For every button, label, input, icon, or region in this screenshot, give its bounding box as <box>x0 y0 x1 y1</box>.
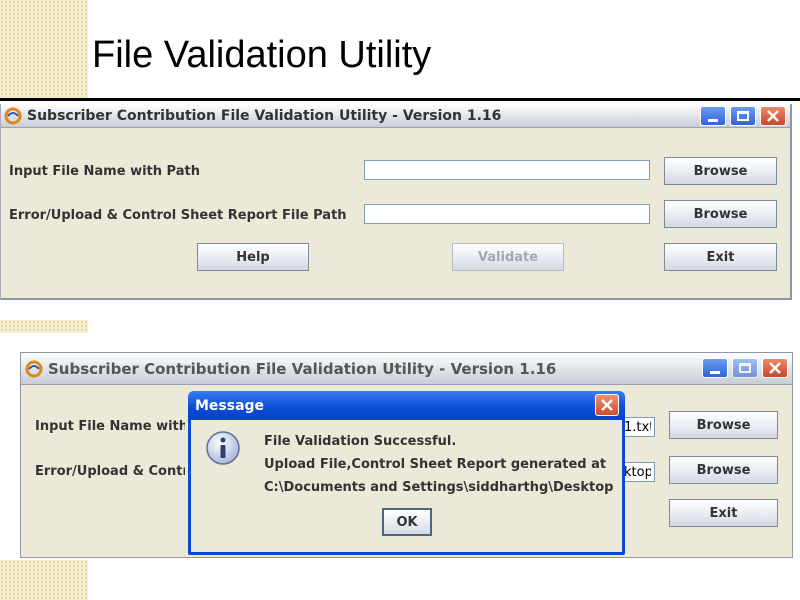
minimize-icon <box>708 118 718 122</box>
browse-input-button[interactable]: Browse <box>664 157 777 185</box>
message-line-3: C:\Documents and Settings\siddharthg\Des… <box>264 480 614 495</box>
browse-input-button[interactable]: Browse <box>669 411 778 439</box>
dialog-body: File Validation Successful. Upload File,… <box>191 420 622 552</box>
report-path-label: Error/Upload & Control Sheet Report File… <box>9 208 347 223</box>
message-line-1: File Validation Successful. <box>264 434 457 449</box>
browse-report-button[interactable]: Browse <box>669 456 778 484</box>
java-coffee-icon <box>25 360 43 377</box>
slide-title: File Validation Utility <box>92 34 432 76</box>
dialog-titlebar[interactable]: Message <box>188 391 625 420</box>
close-icon <box>767 110 779 122</box>
minimize-button[interactable] <box>702 358 728 378</box>
window-titlebar[interactable]: Subscriber Contribution File Validation … <box>21 353 792 385</box>
decorative-strip-bottom <box>0 560 88 600</box>
input-file-label: Input File Name with Path <box>35 419 185 434</box>
exit-button[interactable]: Exit <box>664 243 777 271</box>
close-button[interactable] <box>760 106 786 126</box>
help-button[interactable]: Help <box>197 243 309 271</box>
report-path-field[interactable] <box>621 462 655 482</box>
dialog-title: Message <box>195 397 265 414</box>
maximize-button[interactable] <box>732 358 758 378</box>
close-icon <box>601 399 613 411</box>
validate-button[interactable]: Validate <box>452 243 564 271</box>
decorative-strip-middle <box>0 320 88 333</box>
close-icon <box>769 362 781 374</box>
decorative-strip-top <box>0 0 88 98</box>
minimize-button[interactable] <box>700 106 726 126</box>
title-rule <box>0 98 800 101</box>
report-path-label: Error/Upload & Control Sheet Report File… <box>35 464 185 479</box>
input-file-field[interactable] <box>621 417 655 437</box>
validation-window-main: Subscriber Contribution File Validation … <box>0 104 792 300</box>
info-icon <box>206 431 240 465</box>
window-title: Subscriber Contribution File Validation … <box>48 359 557 378</box>
message-line-2: Upload File,Control Sheet Report generat… <box>264 457 607 472</box>
ok-button[interactable]: OK <box>382 508 432 536</box>
window-titlebar[interactable]: Subscriber Contribution File Validation … <box>1 104 790 128</box>
window-title: Subscriber Contribution File Validation … <box>27 107 502 124</box>
dialog-close-button[interactable] <box>595 394 619 416</box>
maximize-icon <box>737 111 749 121</box>
maximize-icon <box>739 363 751 373</box>
input-file-label: Input File Name with Path <box>9 164 200 179</box>
exit-button[interactable]: Exit <box>669 499 778 527</box>
minimize-icon <box>710 370 720 374</box>
input-file-field[interactable] <box>364 160 650 180</box>
maximize-button[interactable] <box>730 106 756 126</box>
message-dialog: Message File Validation Successful. Uplo… <box>188 391 625 555</box>
java-coffee-icon <box>4 107 22 124</box>
close-button[interactable] <box>762 358 788 378</box>
report-path-field[interactable] <box>364 204 650 224</box>
browse-report-button[interactable]: Browse <box>664 200 777 228</box>
